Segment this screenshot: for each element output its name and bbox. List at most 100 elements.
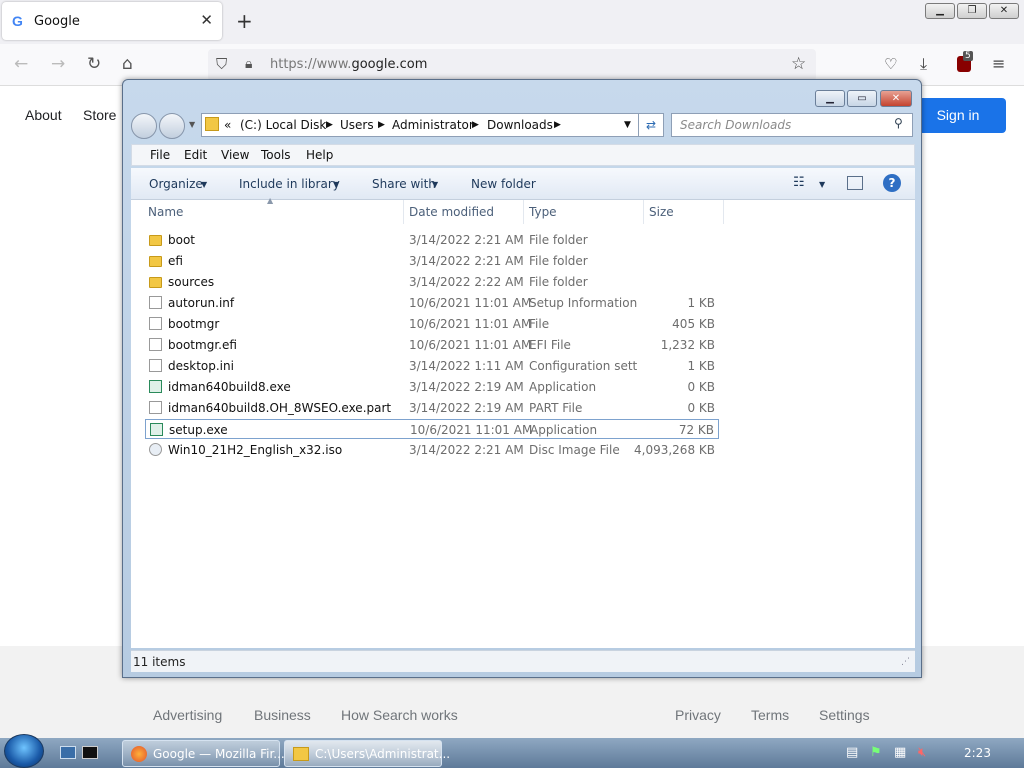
file-size: 0 KB <box>687 401 715 415</box>
new-folder-button[interactable]: New folder <box>471 177 536 191</box>
advertising-link[interactable]: Advertising <box>153 707 222 723</box>
home-icon[interactable]: ⌂ <box>122 54 133 74</box>
explorer-maximize-button[interactable]: ▭ <box>847 90 877 107</box>
tray-network-icon[interactable]: ▦ <box>894 745 906 760</box>
browser-tab-google[interactable]: G Google ✕ <box>2 2 222 40</box>
show-desktop-icon[interactable] <box>60 746 76 759</box>
menu-view[interactable]: View <box>221 148 249 162</box>
resize-grip-icon[interactable]: ⋰ <box>901 657 910 667</box>
menu-hamburger-icon[interactable]: ≡ <box>992 54 1005 73</box>
breadcrumb-separator-icon[interactable]: ▶ <box>326 120 333 130</box>
file-type: PART File <box>529 401 583 415</box>
tray-notepad-icon[interactable]: ▤ <box>846 745 858 760</box>
file-name: idman640build8.exe <box>168 380 291 394</box>
downloads-icon[interactable]: ⤓ <box>920 54 927 74</box>
refresh-button[interactable]: ⇄ <box>638 113 664 137</box>
privacy-link[interactable]: Privacy <box>675 707 721 723</box>
search-icon[interactable]: ⚲ <box>894 116 903 130</box>
include-dropdown-icon[interactable]: ▼ <box>333 180 339 189</box>
tray-volume-muted-icon[interactable]: 🔇︎ <box>918 745 926 760</box>
tray-action-center-icon[interactable]: ⚑ <box>870 745 882 760</box>
preview-pane-icon[interactable] <box>847 176 863 190</box>
column-header-type[interactable]: Type <box>529 205 557 219</box>
how-search-works-link[interactable]: How Search works <box>341 707 458 723</box>
bookmark-star-icon[interactable]: ☆ <box>791 54 806 74</box>
taskbar-explorer-button[interactable]: C:\Users\Administrat... <box>284 740 450 767</box>
search-box[interactable]: Search Downloads ⚲ <box>671 113 913 137</box>
folder-icon <box>149 256 162 267</box>
file-row[interactable]: boot 3/14/2022 2:21 AM File folder <box>145 230 719 250</box>
terms-link[interactable]: Terms <box>751 707 789 723</box>
breadcrumb-downloads[interactable]: Downloads <box>487 118 553 132</box>
browser-minimize-button[interactable]: ▁ <box>925 3 955 19</box>
command-prompt-icon[interactable] <box>82 746 98 759</box>
business-link[interactable]: Business <box>254 707 311 723</box>
forward-button[interactable] <box>159 113 185 139</box>
breadcrumb-users[interactable]: Users <box>340 118 374 132</box>
tracking-protection-shield-icon[interactable]: ⛉ <box>216 55 227 73</box>
file-row[interactable]: bootmgr 10/6/2021 11:01 AM File 405 KB <box>145 314 719 334</box>
url-domain: google.com <box>351 57 428 72</box>
breadcrumb-overflow[interactable]: « <box>224 118 231 132</box>
breadcrumb-separator-icon[interactable]: ▶ <box>472 120 479 130</box>
browser-restore-button[interactable]: ❐ <box>957 3 987 19</box>
browser-close-button[interactable]: ✕ <box>989 3 1019 19</box>
explorer-close-button[interactable]: ✕ <box>880 90 912 107</box>
file-row[interactable]: setup.exe 10/6/2021 11:01 AM Application 72… <box>145 419 719 439</box>
breadcrumb-administrator[interactable]: Administrator <box>392 118 474 132</box>
explorer-minimize-button[interactable]: ▁ <box>815 90 845 107</box>
taskbar-firefox-label: Google — Mozilla Fir... <box>153 747 285 761</box>
share-dropdown-icon[interactable]: ▼ <box>432 180 438 189</box>
menu-help[interactable]: Help <box>306 148 333 162</box>
address-dropdown-icon[interactable]: ▼ <box>624 120 631 130</box>
recent-pages-chevron-icon[interactable]: ▼ <box>189 120 195 129</box>
file-row[interactable]: sources 3/14/2022 2:22 AM File folder <box>145 272 719 292</box>
breadcrumb-local-disk[interactable]: (C:) Local Disk <box>240 118 326 132</box>
view-dropdown-icon[interactable]: ▼ <box>819 180 825 189</box>
new-tab-button[interactable]: + <box>236 9 253 33</box>
menu-tools[interactable]: Tools <box>261 148 291 162</box>
file-row[interactable]: Win10_21H2_English_x32.iso 3/14/2022 2:21… <box>145 440 719 460</box>
menu-file[interactable]: File <box>150 148 170 162</box>
share-with-button[interactable]: Share with <box>372 177 436 191</box>
column-divider[interactable] <box>723 200 724 224</box>
breadcrumb-separator-icon[interactable]: ▶ <box>378 120 385 130</box>
column-header-size[interactable]: Size <box>649 205 674 219</box>
lock-icon[interactable]: 🔒︎ <box>245 56 252 72</box>
breadcrumb-separator-icon[interactable]: ▶ <box>554 120 561 130</box>
back-icon[interactable]: ← <box>14 54 28 74</box>
help-icon[interactable]: ? <box>883 174 901 192</box>
file-row[interactable]: autorun.inf 10/6/2021 11:01 AM Setup Infor… <box>145 293 719 313</box>
column-header-name[interactable]: Name <box>148 205 183 219</box>
settings-link[interactable]: Settings <box>819 707 870 723</box>
forward-icon[interactable]: → <box>51 54 65 74</box>
taskbar-clock[interactable]: 2:23 <box>964 746 991 760</box>
file-row[interactable]: efi 3/14/2022 2:21 AM File folder <box>145 251 719 271</box>
store-link[interactable]: Store <box>83 107 116 123</box>
view-options-icon[interactable]: ☷ <box>793 175 805 190</box>
address-bar[interactable]: « (C:) Local Disk ▶ Users ▶ Administrato… <box>201 113 639 137</box>
back-button[interactable] <box>131 113 157 139</box>
app-icon <box>150 423 163 436</box>
taskbar-firefox-button[interactable]: Google — Mozilla Fir... <box>122 740 285 767</box>
pocket-icon[interactable]: ♡ <box>884 55 897 73</box>
url-text[interactable]: https://www.google.com <box>270 57 427 72</box>
file-row[interactable]: bootmgr.efi 10/6/2021 11:01 AM EFI File 1,2… <box>145 335 719 355</box>
organize-dropdown-icon[interactable]: ▼ <box>201 180 207 189</box>
sign-in-button[interactable]: Sign in <box>910 98 1006 133</box>
column-divider[interactable] <box>403 200 404 224</box>
include-in-library-button[interactable]: Include in library <box>239 177 340 191</box>
column-divider[interactable] <box>523 200 524 224</box>
organize-button[interactable]: Organize <box>149 177 203 191</box>
column-header-date[interactable]: Date modified <box>409 205 494 219</box>
about-link[interactable]: About <box>25 107 62 123</box>
tab-close-icon[interactable]: ✕ <box>200 11 213 29</box>
file-row[interactable]: desktop.ini 3/14/2022 1:11 AM Configuratio… <box>145 356 719 376</box>
file-row[interactable]: idman640build8.exe 3/14/2022 2:19 AM Appli… <box>145 377 719 397</box>
start-button-windows-icon[interactable] <box>4 734 44 768</box>
file-row[interactable]: idman640build8.OH_8WSEO.exe.part 3/14/202… <box>145 398 719 418</box>
column-divider[interactable] <box>643 200 644 224</box>
reload-icon[interactable]: ↻ <box>87 54 101 74</box>
extension-badge: 5 <box>963 51 973 61</box>
menu-edit[interactable]: Edit <box>184 148 207 162</box>
